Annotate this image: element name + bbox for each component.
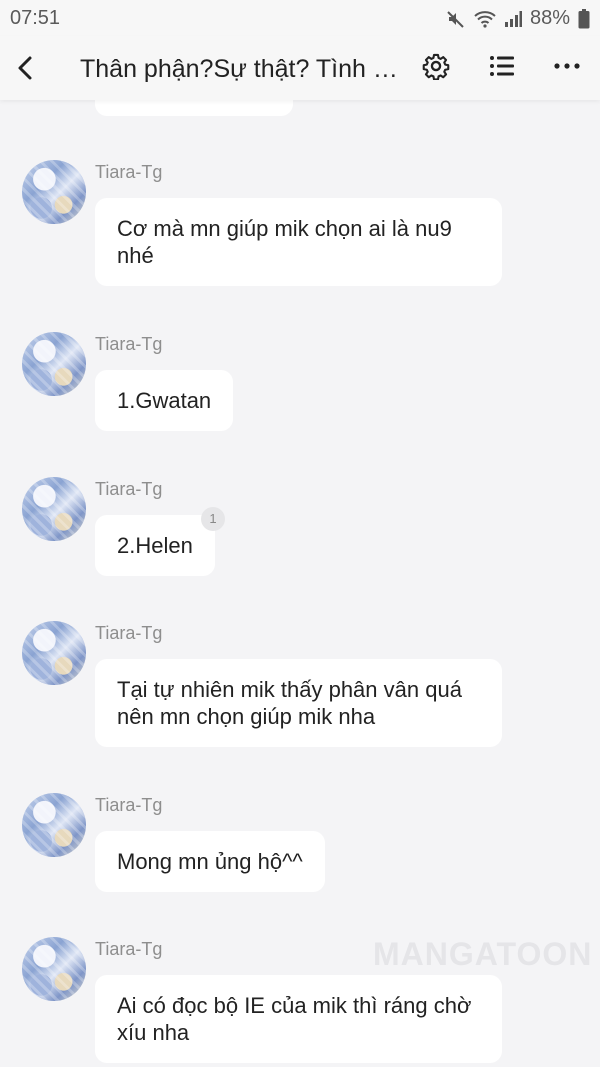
chat-feed[interactable]: Tiara-Tg Cơ mà mn giúp mik chọn ai là nu… [0,100,600,1067]
gear-icon [422,52,450,85]
battery-percent: 88% [529,7,570,29]
avatar[interactable] [22,793,86,857]
previous-message-bubble [95,100,293,116]
page-title: Thân phận?Sự thật? Tình yêu? [80,55,400,83]
status-time: 07:51 [10,7,61,29]
app-bar: Thân phận?Sự thật? Tình yêu? [0,36,600,100]
chapter-list-button[interactable] [486,52,518,84]
author-name: Tiara-Tg [95,795,163,815]
wifi-icon [474,10,496,28]
message-bubble: Cơ mà mn giúp mik chọn ai là nu9 nhé [95,198,502,286]
status-bar: 07:51 88% [0,0,600,36]
author-name: Tiara-Tg [95,623,163,643]
back-button[interactable] [10,52,42,84]
message-bubble: Tại tự nhiên mik thấy phân vân quá nên m… [95,659,502,747]
watermark-logo: MANGATOON [373,936,593,972]
message-bubble: 1.Gwatan [95,370,234,431]
avatar[interactable] [22,621,86,685]
list-icon [488,52,516,85]
mute-icon [446,9,466,29]
author-name: Tiara-Tg [95,162,163,182]
signal-icon [504,10,522,28]
message-bubble: 2.Helen [95,515,215,576]
more-options-button[interactable] [551,52,583,84]
comment-count-badge[interactable]: 1 [201,507,225,531]
message-bubble: Mong mn ủng hộ^^ [95,831,325,892]
author-name: Tiara-Tg [95,334,163,354]
avatar[interactable] [22,477,86,541]
avatar[interactable] [22,160,86,224]
chevron-left-icon [10,56,42,88]
avatar[interactable] [22,937,86,1001]
more-horizontal-icon [553,52,581,85]
avatar[interactable] [22,332,86,396]
battery-icon [578,8,590,29]
message-bubble: Ai có đọc bộ IE của mik thì ráng chờ xíu… [95,975,502,1063]
author-name: Tiara-Tg [95,479,163,499]
author-name: Tiara-Tg [95,939,163,959]
settings-button[interactable] [420,52,452,84]
